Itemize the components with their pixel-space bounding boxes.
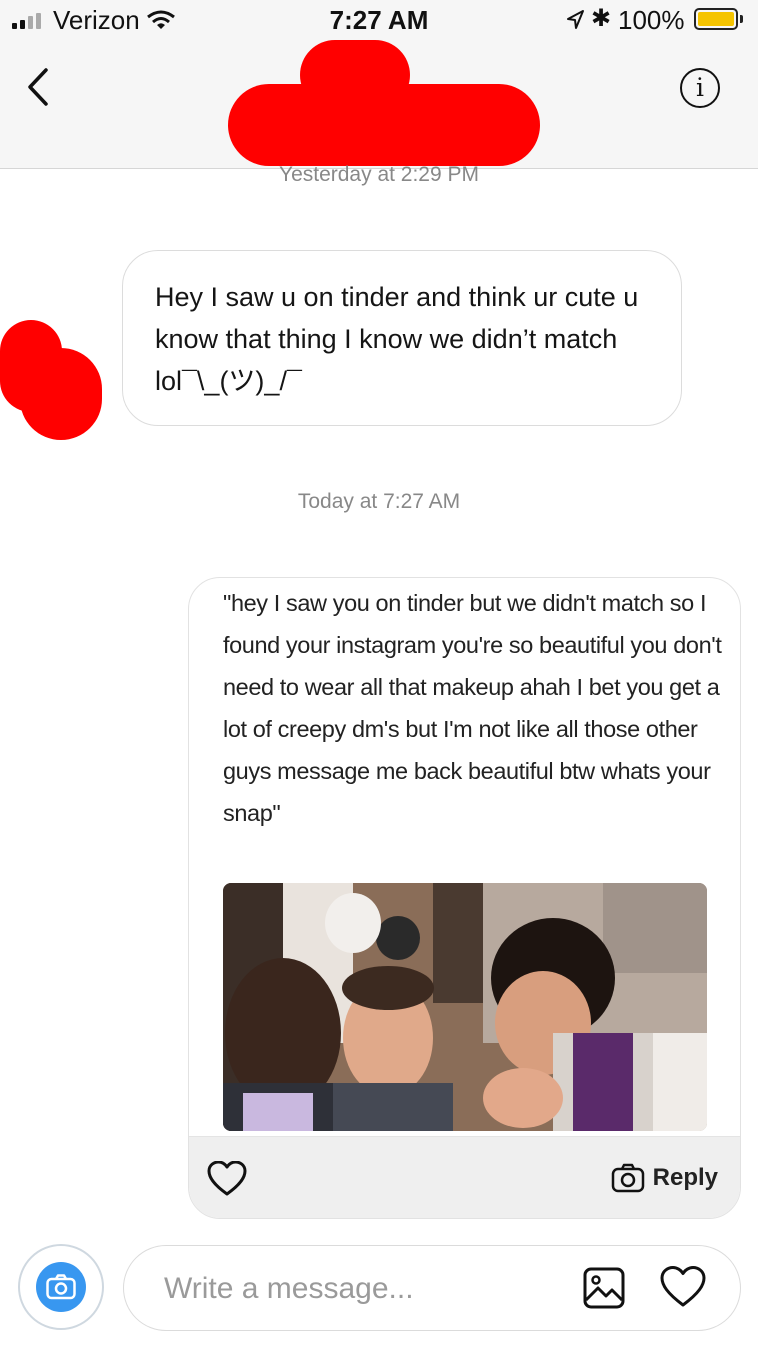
shared-post-caption: "hey I saw you on tinder but we didn't m…	[223, 590, 722, 826]
camera-button[interactable]	[18, 1244, 104, 1330]
camera-icon	[611, 1163, 644, 1193]
message-composer	[123, 1245, 741, 1331]
location-arrow-icon	[567, 10, 584, 29]
bluetooth-icon: ✱	[591, 5, 612, 32]
shared-post-card[interactable]: "hey I saw you on tinder but we didn't m…	[188, 577, 741, 1219]
timestamp-today: Today at 7:27 AM	[297, 490, 461, 513]
battery-percent: 100%	[618, 5, 685, 35]
chevron-left-icon[interactable]	[22, 66, 52, 108]
heart-icon[interactable]	[660, 1266, 706, 1308]
received-message-bubble: Hey I saw u on tinder and think ur cute …	[122, 250, 682, 426]
info-icon[interactable]: i	[680, 68, 720, 108]
heart-icon[interactable]	[207, 1161, 247, 1197]
status-bar: Verizon 7:27 AM ✱ 100%	[0, 0, 758, 40]
camera-icon	[36, 1262, 86, 1312]
redacted-username-top	[300, 40, 410, 110]
redacted-avatar-right	[20, 348, 102, 440]
timestamp-yesterday: Yesterday at 2:29 PM	[278, 163, 479, 186]
reply-label: Reply	[652, 1164, 718, 1191]
battery-nub	[740, 15, 743, 23]
battery-icon	[694, 8, 738, 30]
image-icon[interactable]	[582, 1266, 626, 1310]
shared-post-image[interactable]	[223, 883, 707, 1131]
reply-button[interactable]: Reply	[611, 1163, 718, 1193]
shared-post-footer: Reply	[189, 1136, 740, 1218]
gif-still-image	[223, 883, 707, 1131]
message-input[interactable]	[162, 1266, 546, 1312]
